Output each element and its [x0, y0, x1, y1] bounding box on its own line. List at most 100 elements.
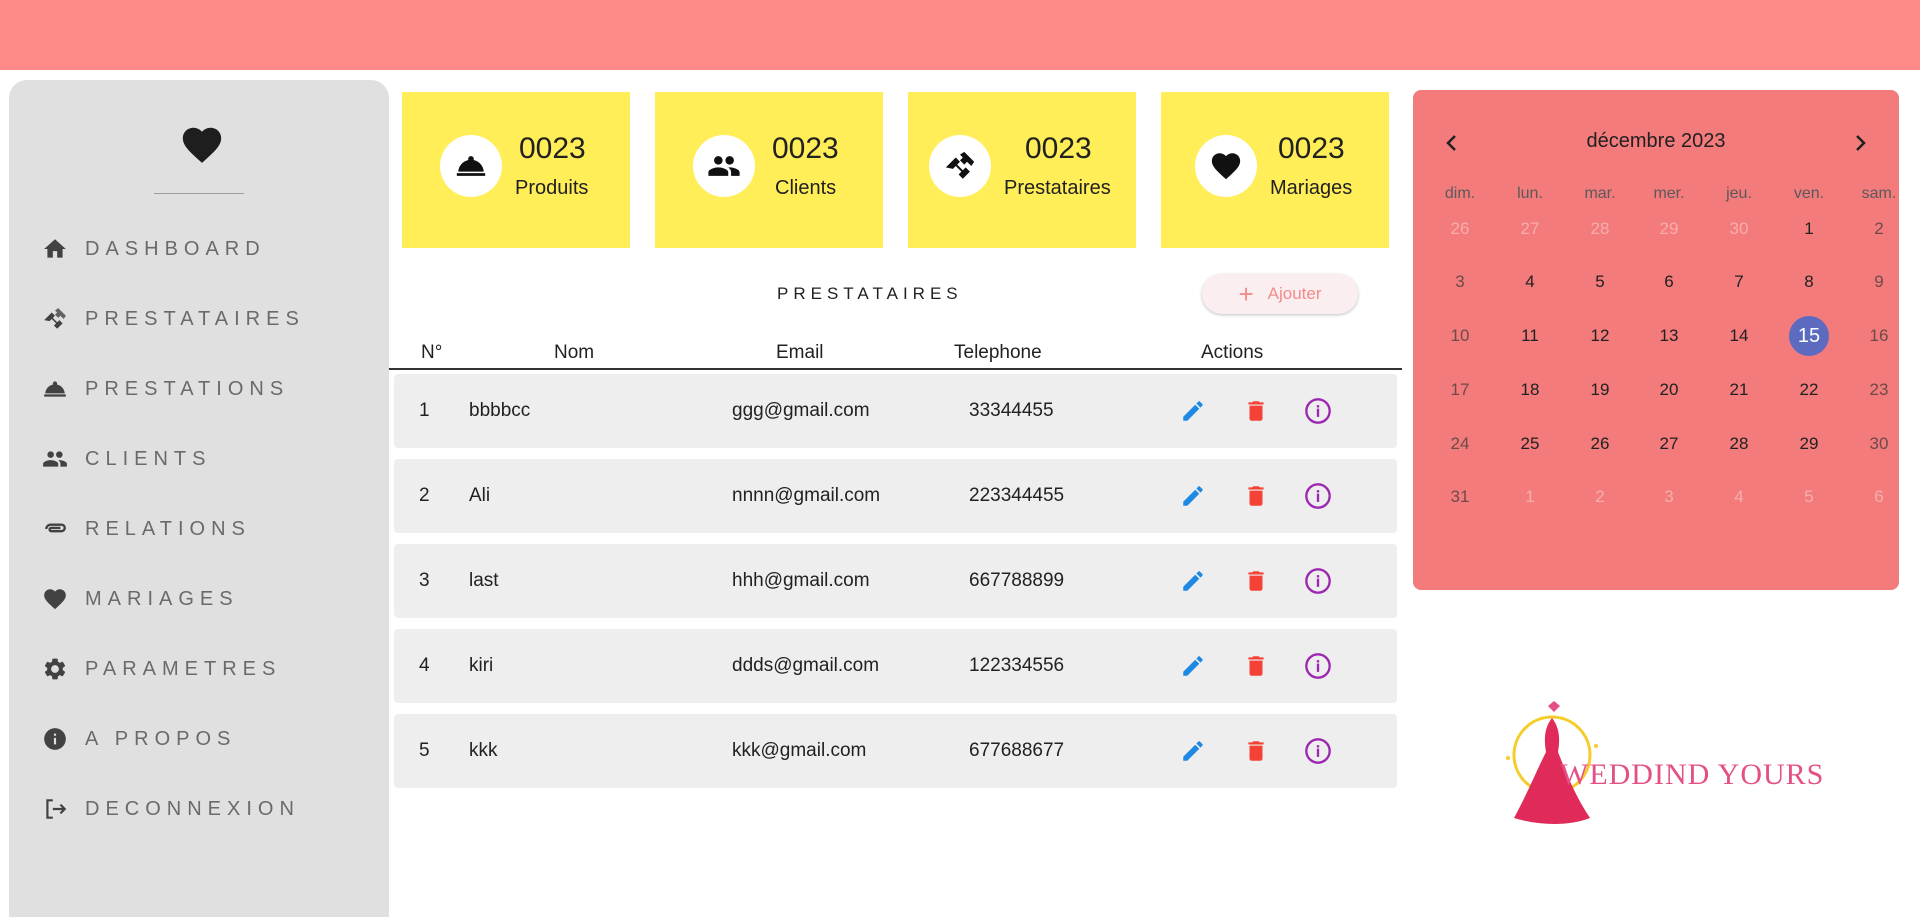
calendar-day[interactable]: 9	[1859, 262, 1899, 302]
calendar-day[interactable]: 25	[1510, 424, 1550, 464]
chevron-right-icon[interactable]	[1845, 128, 1875, 158]
cell-nom: bbbbcc	[469, 400, 531, 421]
sidebar-item-mariages[interactable]: MARIAGES	[9, 564, 389, 634]
sidebar-item-prestataires[interactable]: PRESTATAIRES	[9, 284, 389, 354]
table-row[interactable]: 1 bbbbcc ggg@gmail.com 33344455	[394, 374, 1397, 448]
weekday-label: lun.	[1517, 185, 1543, 202]
delete-icon[interactable]	[1241, 736, 1271, 766]
calendar-day[interactable]: 1	[1789, 209, 1829, 249]
handshake-icon	[929, 135, 991, 197]
calendar-day[interactable]: 22	[1789, 370, 1829, 410]
calendar-day[interactable]: 15	[1789, 316, 1829, 356]
info-icon[interactable]	[1303, 736, 1333, 766]
table-row[interactable]: 4 kiri ddds@gmail.com 122334556	[394, 629, 1397, 703]
calendar-day[interactable]: 29	[1649, 209, 1689, 249]
info-icon[interactable]	[1303, 566, 1333, 596]
calendar-day[interactable]: 28	[1719, 424, 1759, 464]
info-icon[interactable]	[1303, 481, 1333, 511]
logout-icon	[41, 795, 69, 823]
calendar-day[interactable]: 10	[1440, 316, 1480, 356]
calendar-day[interactable]: 6	[1859, 477, 1899, 517]
calendar-day[interactable]: 23	[1859, 370, 1899, 410]
delete-icon[interactable]	[1241, 481, 1271, 511]
calendar-day[interactable]: 21	[1719, 370, 1759, 410]
heart-icon	[1195, 135, 1257, 197]
calendar-day[interactable]: 2	[1859, 209, 1899, 249]
stat-card-prestataires[interactable]: 0023 Prestataires	[908, 92, 1136, 248]
calendar-day[interactable]: 16	[1859, 316, 1899, 356]
heart-icon	[41, 585, 69, 613]
sidebar-item-dashboard[interactable]: DASHBOARD	[9, 214, 389, 284]
sidebar-item-a-propos[interactable]: A PROPOS	[9, 704, 389, 774]
column-header-email: Email	[776, 342, 824, 363]
cell-num: 2	[419, 485, 430, 506]
calendar-day[interactable]: 5	[1789, 477, 1829, 517]
cell-telephone: 223344455	[969, 485, 1065, 506]
calendar-day[interactable]: 13	[1649, 316, 1689, 356]
calendar-day[interactable]: 3	[1649, 477, 1689, 517]
calendar-day[interactable]: 17	[1440, 370, 1480, 410]
sidebar-item-relations[interactable]: RELATIONS	[9, 494, 389, 564]
calendar-day[interactable]: 14	[1719, 316, 1759, 356]
calendar-day[interactable]: 19	[1580, 370, 1620, 410]
table-row[interactable]: 2 Ali nnnn@gmail.com 223344455	[394, 459, 1397, 533]
calendar-day[interactable]: 4	[1510, 262, 1550, 302]
info-icon[interactable]	[1303, 651, 1333, 681]
cell-nom: kkk	[469, 740, 498, 761]
calendar-day[interactable]: 30	[1859, 424, 1899, 464]
calendar-day[interactable]: 4	[1719, 477, 1759, 517]
edit-icon[interactable]	[1178, 651, 1208, 681]
calendar-day[interactable]: 3	[1440, 262, 1480, 302]
calendar-day[interactable]: 8	[1789, 262, 1829, 302]
cell-num: 4	[419, 655, 430, 676]
delete-icon[interactable]	[1241, 396, 1271, 426]
calendar-day[interactable]: 12	[1580, 316, 1620, 356]
edit-icon[interactable]	[1178, 566, 1208, 596]
sidebar-item-parametres[interactable]: PARAMETRES	[9, 634, 389, 704]
calendar-day[interactable]: 5	[1580, 262, 1620, 302]
edit-icon[interactable]	[1178, 396, 1208, 426]
stat-card-mariages[interactable]: 0023 Mariages	[1161, 92, 1389, 248]
info-icon[interactable]	[1303, 396, 1333, 426]
edit-icon[interactable]	[1178, 736, 1208, 766]
people-icon	[41, 445, 69, 473]
calendar-day[interactable]: 2	[1580, 477, 1620, 517]
sidebar-item-prestations[interactable]: PRESTATIONS	[9, 354, 389, 424]
stat-value: 0023	[772, 132, 839, 165]
calendar-day[interactable]: 24	[1440, 424, 1480, 464]
calendar-day[interactable]: 27	[1649, 424, 1689, 464]
delete-icon[interactable]	[1241, 566, 1271, 596]
calendar-day[interactable]: 7	[1719, 262, 1759, 302]
sidebar-item-deconnexion[interactable]: DECONNEXION	[9, 774, 389, 844]
calendar-day[interactable]: 26	[1580, 424, 1620, 464]
add-button[interactable]: + Ajouter	[1202, 274, 1358, 314]
column-header-telephone: Telephone	[954, 342, 1042, 363]
sidebar-item-label: PRESTATIONS	[85, 377, 290, 400]
calendar-day[interactable]: 18	[1510, 370, 1550, 410]
sidebar-item-clients[interactable]: CLIENTS	[9, 424, 389, 494]
calendar-day[interactable]: 11	[1510, 316, 1550, 356]
cell-nom: kiri	[469, 655, 494, 676]
cloche-icon	[41, 375, 69, 403]
delete-icon[interactable]	[1241, 651, 1271, 681]
calendar-day[interactable]: 28	[1580, 209, 1620, 249]
cell-num: 1	[419, 400, 430, 421]
calendar-month-title: décembre 2023	[1586, 130, 1726, 152]
calendar-day[interactable]: 26	[1440, 209, 1480, 249]
calendar-day[interactable]: 1	[1510, 477, 1550, 517]
calendar-day[interactable]: 29	[1789, 424, 1829, 464]
stat-label: Prestataires	[1004, 177, 1111, 199]
sidebar-item-label: CLIENTS	[85, 447, 212, 470]
calendar-day[interactable]: 20	[1649, 370, 1689, 410]
cell-telephone: 677688677	[969, 740, 1065, 761]
table-row[interactable]: 3 last hhh@gmail.com 667788899	[394, 544, 1397, 618]
table-row[interactable]: 5 kkk kkk@gmail.com 677688677	[394, 714, 1397, 788]
calendar-day[interactable]: 31	[1440, 477, 1480, 517]
calendar-day[interactable]: 6	[1649, 262, 1689, 302]
edit-icon[interactable]	[1178, 481, 1208, 511]
calendar-day[interactable]: 27	[1510, 209, 1550, 249]
stat-card-clients[interactable]: 0023 Clients	[655, 92, 883, 248]
stat-card-produits[interactable]: 0023 Produits	[402, 92, 630, 248]
calendar-day[interactable]: 30	[1719, 209, 1759, 249]
sidebar-item-label: PARAMETRES	[85, 657, 282, 680]
